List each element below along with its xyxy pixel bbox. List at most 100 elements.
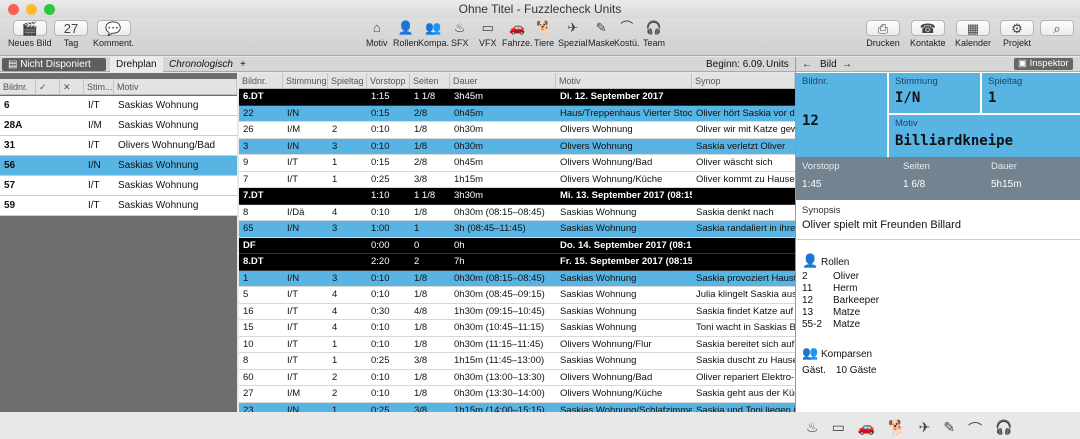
table-cell: 1/8 [414,338,428,350]
hanger-icon[interactable]: ⌒ [968,419,982,439]
maske-button[interactable]: ✎ Maske [588,20,615,48]
table-cell: 3 [332,223,338,234]
motiv-field[interactable]: Motiv Billiardkneipe [889,115,1080,157]
role-item[interactable]: 12 Barkeeper [802,295,879,307]
inspector-header: ← Bild → ▣ Inspektor [796,57,1080,72]
table-cell: 0h [454,239,465,251]
forward-arrow-icon[interactable]: → [842,57,852,72]
drucken-button[interactable]: ⎙ Drucken [866,20,900,48]
main-header-col[interactable]: Dauer [450,73,556,88]
scene-row[interactable]: 22 I/N 0:15 2/8 0h45m Haus/Treppenhaus Vierte… [239,105,795,122]
unassigned-row[interactable]: 59 I/T Saskias Wohnung [0,196,237,216]
main-header-col[interactable]: Motiv [556,73,692,88]
table-cell: Saskias Wohnung [118,180,199,191]
table-cell: 3h45m [454,91,484,102]
scene-row[interactable]: 7 I/T 1 0:25 3/8 1h15m Olivers Wohnung/Küche Ol… [239,172,795,188]
scene-row[interactable]: 8 I/Dä 4 0:10 1/8 0h30m (08:15–08:45) Saskias … [239,205,795,221]
day-header-row[interactable]: DF 0:00 0 0h Do. 14. September 2017 (08:15) [239,237,795,254]
kalender-button[interactable]: ▦ Kalender [955,20,991,48]
scene-row[interactable]: 60 I/T 2 0:10 1/8 0h30m (13:00–13:30) Olivers … [239,370,795,386]
helicopter-icon[interactable]: ✈ [919,419,931,439]
role-item[interactable]: 13 Matze [802,307,879,319]
scene-row[interactable]: 23 I/N 1 0:25 3/8 1h15m (14:00–15:15) Saskias … [239,402,795,412]
main-header-col[interactable]: Synop [692,73,795,88]
unassigned-row[interactable]: 57 I/T Saskias Wohnung [0,176,237,196]
table-cell: 0:00 [371,239,390,251]
tab-drehplan[interactable]: Drehplan [110,57,163,72]
spieltag-field[interactable]: Spieltag 1 [982,73,1080,114]
tv-icon[interactable]: ▭ [832,419,845,439]
close-window-button[interactable] [8,4,19,15]
vfx-button[interactable]: ▭ VFX [479,20,497,48]
zoom-window-button[interactable] [44,4,55,15]
table-cell: 0:10 [371,140,390,152]
day-header-row[interactable]: 7.DT 1:10 1 1/8 3h30m Mi. 13. September 2017… [239,188,795,205]
main-header-col[interactable]: Spieltag [328,73,367,88]
scene-row[interactable]: 9 I/T 1 0:15 2/8 0h45m Olivers Wohnung/Bad Oliv… [239,155,795,172]
tab-nicht-disponiert[interactable]: ▤ Nicht Disponiert (6) [2,58,106,83]
table-cell: Olivers Wohnung [560,124,633,135]
vorstopp-label: Vorstopp [802,161,840,172]
day-header-row[interactable]: 8.DT 2:20 2 7h Fr. 15. September 2017 (08:15… [239,254,795,271]
team-button[interactable]: 🎧 Team [643,20,665,48]
left-header-col: Bildnr. [0,79,36,94]
bildnr-field[interactable]: Bildnr. 12 [796,73,888,157]
scene-row[interactable]: 27 I/M 2 0:10 1/8 0h30m (13:30–14:00) Olivers … [239,386,795,403]
unassigned-row[interactable]: 28A I/M Saskias Wohnung [0,116,237,136]
scene-row[interactable]: 15 I/T 4 0:10 1/8 0h30m (10:45–11:15) Saskias … [239,320,795,337]
main-header-col[interactable]: Seiten [410,73,450,88]
minimize-window-button[interactable] [26,4,37,15]
table-cell: Olivers Wohnung/Flur [560,338,652,350]
scene-row[interactable]: 16 I/T 4 0:30 4/8 1h30m (09:15–10:45) Saskias … [239,304,795,320]
role-item[interactable]: 11 Herm [802,283,879,295]
units-button[interactable]: Units [760,57,795,72]
back-arrow-icon[interactable]: ← [802,57,812,72]
scene-row[interactable]: 3 I/N 3 0:10 1/8 0h30m Olivers Wohnung Saskia v… [239,138,795,155]
komment-button[interactable]: 💬 Komment. [93,20,134,48]
day-header-row[interactable]: 6.DT 1:15 1 1/8 3h45m Di. 12. September 2017 [239,89,795,106]
fahrzeuge-button[interactable]: 🚗 Fahrze. [502,20,533,48]
neues-bild-button[interactable]: 🎬 Neues Bild [8,20,52,48]
tag-button[interactable]: 27 Tag [54,20,88,48]
scene-row[interactable]: 10 I/T 1 0:10 1/8 0h30m (11:15–11:45) Olivers … [239,337,795,353]
dog-icon[interactable]: 🐕 [888,419,905,439]
search-button[interactable]: ⌕ [1040,20,1074,38]
stimmung-field[interactable]: Stimmung I/N [889,73,981,114]
role-item[interactable]: 2 Oliver [802,271,879,283]
role-item[interactable]: 55-2 Matze [802,319,879,331]
table-cell: 2 [332,388,338,399]
headset-icon[interactable]: 🎧 [995,419,1012,439]
tab-chronologisch[interactable]: Chronologisch [163,57,239,72]
motiv-button[interactable]: ⌂ Motiv [366,20,388,48]
unassigned-row[interactable]: 31 I/T Olivers Wohnung/Bad [0,136,237,156]
scene-row[interactable]: 8 I/T 1 0:25 3/8 1h15m (11:45–13:00) Saskias W… [239,353,795,370]
printer-icon: ⎙ [866,20,900,36]
car-icon[interactable]: 🚗 [858,419,875,439]
table-cell: 0h30m (10:45–11:15) [454,322,545,333]
komparsen-button[interactable]: 👥 Kompa. [418,20,449,48]
main-header-col[interactable]: Vorstopp [367,73,410,88]
unassigned-row[interactable]: 56 I/N Saskias Wohnung [0,156,237,176]
brush-icon[interactable]: ✎ [943,419,955,439]
table-cell: Julia klingelt Saskia aus [696,289,795,300]
kontakte-button[interactable]: ☎ Kontakte [910,20,946,48]
main-header-col[interactable]: Stimmung [283,73,328,88]
rollen-list: 2 Oliver 11 Herm 12 Barkeeper 13 Matze 55-2 Matze [802,271,879,331]
scene-row[interactable]: 65 I/N 3 1:00 1 3h (08:45–11:45) Saskias Wohnu… [239,221,795,238]
inspector-toggle-button[interactable]: ▣ Inspektor [1014,58,1073,70]
scene-row[interactable]: 5 I/T 4 0:10 1/8 0h30m (08:45–09:15) Saskias W… [239,287,795,304]
kostuem-button[interactable]: ⌒ Kostü. [614,20,640,48]
scene-row[interactable]: 26 I/M 2 0:10 1/8 0h30m Olivers Wohnung Oliver … [239,122,795,139]
tiere-button[interactable]: 🐕 Tiere [534,20,554,48]
main-header-col[interactable]: Bildnr. [239,73,283,88]
rollen-button[interactable]: 👤 Rollen [393,20,419,48]
spezial-button[interactable]: ✈ Spezial [558,20,588,48]
projekt-button[interactable]: ⚙ Projekt [1000,20,1034,48]
table-cell: I/T [287,355,299,366]
add-tab-button[interactable]: + [234,57,252,72]
synopsis-text[interactable]: Oliver spielt mit Freunden Billard [802,219,961,231]
unassigned-row[interactable]: 6 I/T Saskias Wohnung [0,96,237,116]
fire-icon[interactable]: ♨ [806,419,819,439]
sfx-button[interactable]: ♨ SFX [451,20,469,48]
scene-row[interactable]: 1 I/N 3 0:10 1/8 0h30m (08:15–08:45) Saskias W… [239,270,795,287]
